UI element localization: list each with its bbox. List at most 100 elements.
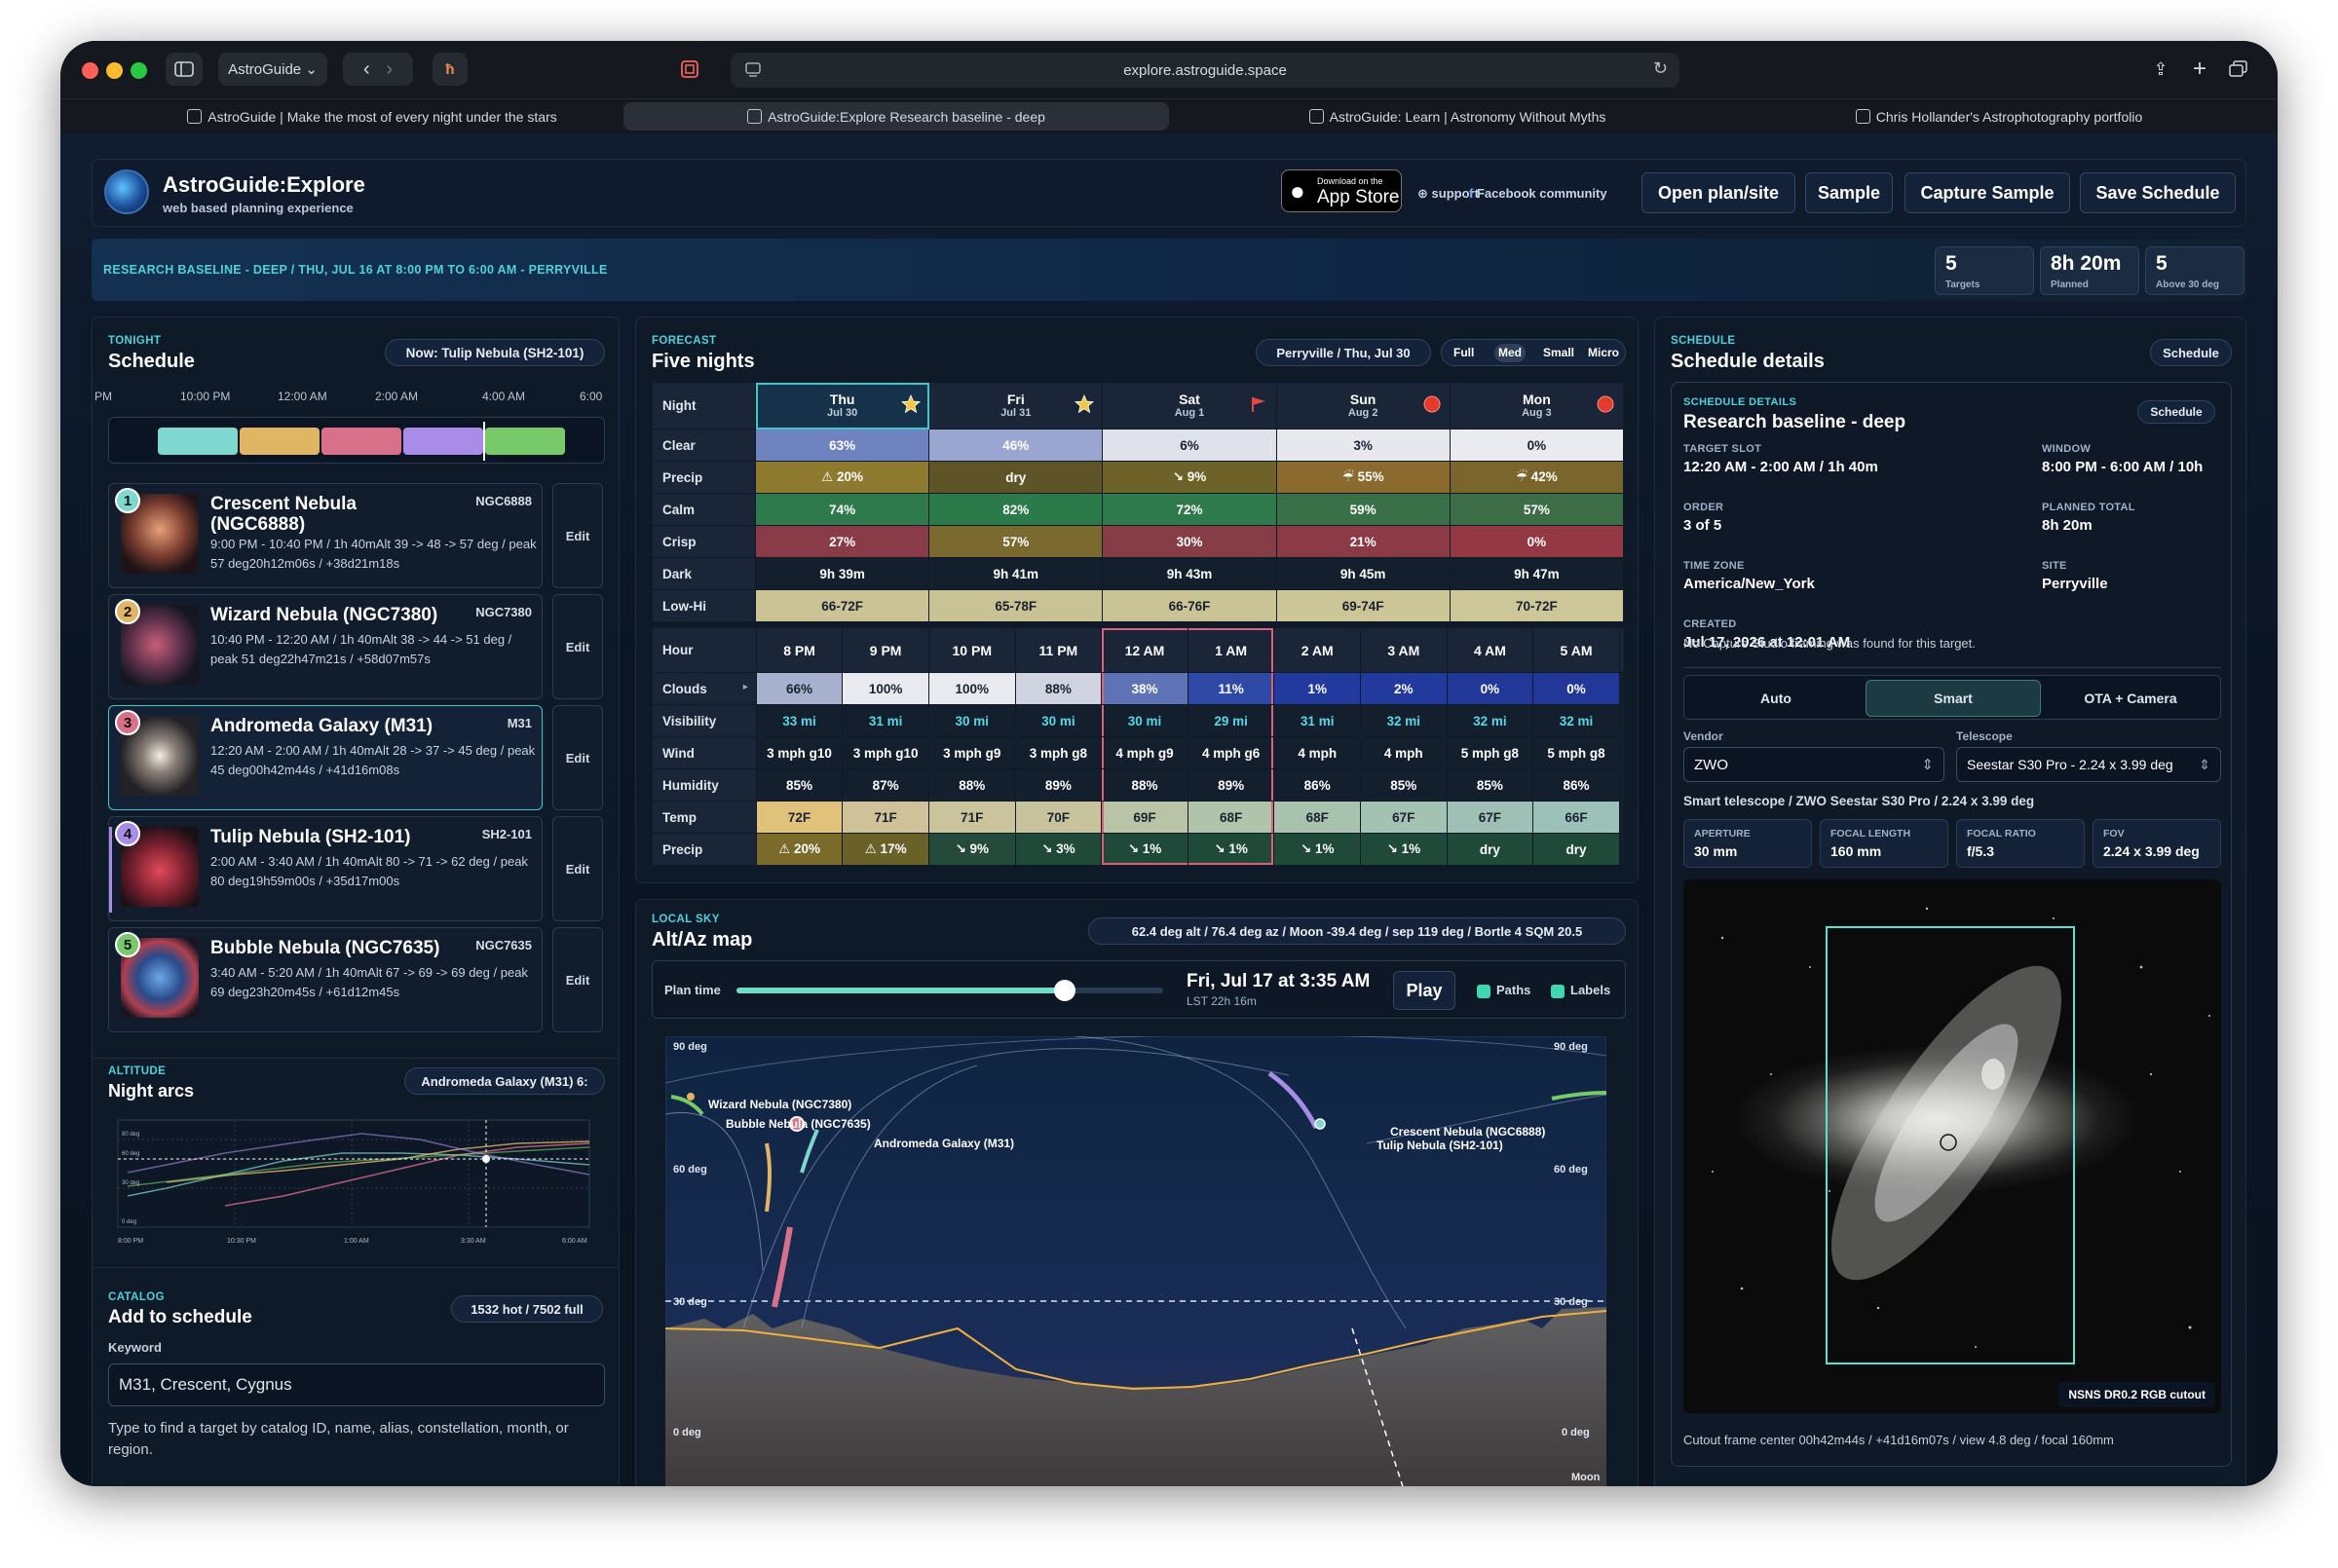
hour-header[interactable]: 1 AM [1187,627,1275,673]
hour-cell[interactable]: 67F [1360,801,1448,834]
timeline-segment[interactable] [321,428,401,455]
hour-cell[interactable]: 89% [1187,768,1275,802]
hour-cell[interactable]: 4 mph g6 [1187,736,1275,769]
edit-button[interactable]: Edit [552,594,603,699]
reload-icon[interactable]: ↻ [1653,58,1668,79]
hour-cell[interactable]: 33 mi [755,704,844,737]
plan-time-slider[interactable] [736,980,1163,1001]
hour-cell[interactable]: 68F [1187,801,1275,834]
night-cell[interactable]: 30% [1102,525,1277,558]
app-store-badge[interactable]: ● Download on the App Store [1281,169,1402,212]
tab-learn[interactable]: AstroGuide: Learn | Astronomy Without My… [1185,102,1730,131]
hour-cell[interactable]: 30 mi [927,704,1016,737]
share-icon[interactable]: ⇪ [2145,53,2176,86]
hour-cell[interactable]: 66% [755,672,844,705]
hour-cell[interactable]: 86% [1273,768,1361,802]
schedule-card[interactable]: 1 Crescent Nebula (NGC6888) NGC6888 9:00 PM… [108,483,543,588]
night-cell[interactable]: 9h 45m [1275,557,1451,590]
timeline-segment[interactable] [485,428,565,455]
hour-cell[interactable]: 67F [1446,801,1534,834]
night-cell[interactable]: 69-74F [1275,589,1451,622]
schedule-button[interactable]: Schedule [2150,339,2232,366]
night-cell[interactable]: 63% [754,429,930,462]
hour-cell[interactable]: 86% [1532,768,1620,802]
now-pill[interactable]: Now: Tulip Nebula (SH2-101) [385,339,605,366]
hour-header[interactable]: 5 AM [1532,627,1620,673]
tab-portfolio[interactable]: Chris Hollander's Astrophotography portf… [1746,102,2252,131]
open-plan-button[interactable]: Open plan/site [1641,172,1795,213]
telescope-select[interactable]: Seestar S30 Pro - 2.24 x 3.99 deg ⇕ [1956,747,2221,782]
hour-cell[interactable]: 1% [1273,672,1361,705]
night-cell[interactable]: 21% [1275,525,1451,558]
night-header[interactable]: Thu Jul 30 [754,382,930,429]
hour-cell[interactable]: 87% [842,768,929,802]
slider-knob[interactable] [1054,980,1076,1001]
edit-button[interactable]: Edit [552,483,603,588]
mode-option-smart[interactable]: Smart [1866,680,2041,717]
caret-right-icon[interactable]: ▸ [743,682,748,692]
night-cell[interactable]: 82% [928,493,1104,526]
new-tab-icon[interactable]: + [2184,53,2215,86]
night-cell[interactable]: 72% [1102,493,1277,526]
timeline-bar[interactable] [108,417,605,464]
app-logo[interactable] [104,169,149,214]
hour-cell[interactable]: 3 mph g9 [927,736,1016,769]
hour-cell[interactable]: 70F [1014,801,1103,834]
night-cell[interactable]: 65-78F [928,589,1104,622]
page-settings-icon[interactable] [744,60,762,82]
hour-cell[interactable]: 4 mph g9 [1101,736,1188,769]
hour-cell[interactable]: 0% [1446,672,1534,705]
hour-cell[interactable]: 66F [1532,801,1620,834]
mode-option-auto[interactable]: Auto [1688,680,1864,717]
timeline-segment[interactable] [403,428,483,455]
close-window-button[interactable] [82,62,98,79]
night-cell[interactable]: ☔ 42% [1449,461,1625,494]
night-arcs-chart[interactable]: 8:00 PM 10:30 PM 1:00 AM 3:30 AM 6:00 AM… [108,1114,605,1251]
hour-cell[interactable]: 68F [1273,801,1361,834]
keyword-input[interactable]: M31, Crescent, Cygnus [108,1363,605,1406]
hour-cell[interactable]: 85% [1446,768,1534,802]
hour-cell[interactable]: 31 mi [842,704,929,737]
hour-cell[interactable]: ⚠ 17% [842,833,929,866]
minimize-window-button[interactable] [106,62,123,79]
hour-cell[interactable]: 72F [755,801,844,834]
night-cell[interactable]: 9h 43m [1102,557,1277,590]
labels-checkbox[interactable]: Labels [1551,983,1610,998]
play-button[interactable]: Play [1393,971,1455,1010]
night-cell[interactable]: 74% [754,493,930,526]
night-header[interactable]: Sun Aug 2 [1275,382,1451,429]
hour-cell[interactable]: 30 mi [1014,704,1103,737]
hour-cell[interactable]: 4 mph [1273,736,1361,769]
night-cell[interactable]: 46% [928,429,1104,462]
forward-arrow-icon[interactable]: › [386,58,393,81]
hour-header[interactable]: 10 PM [927,627,1016,673]
hour-cell[interactable]: ↘ 3% [1014,833,1103,866]
hour-cell[interactable]: 29 mi [1187,704,1275,737]
hour-cell[interactable]: 3 mph g8 [1014,736,1103,769]
edit-button[interactable]: Edit [552,816,603,921]
edit-button[interactable]: Edit [552,927,603,1032]
night-cell[interactable]: 59% [1275,493,1451,526]
night-cell[interactable]: 57% [1449,493,1625,526]
profile-menu-button[interactable]: AstroGuide ⌄ [218,53,327,86]
hour-cell[interactable]: 88% [1014,672,1103,705]
back-arrow-icon[interactable]: ‹ [363,58,370,81]
night-cell[interactable]: dry [928,461,1104,494]
hour-cell[interactable]: 38% [1101,672,1188,705]
hour-cell[interactable]: ↘ 1% [1360,833,1448,866]
night-cell[interactable]: 9h 39m [754,557,930,590]
hour-header[interactable]: 11 PM [1014,627,1103,673]
sample-button[interactable]: Sample [1805,172,1893,213]
hour-cell[interactable]: 88% [1101,768,1188,802]
size-option-small[interactable]: Small [1539,344,1578,362]
hour-cell[interactable]: 3 mph g10 [755,736,844,769]
night-cell[interactable]: 3% [1275,429,1451,462]
night-cell[interactable]: 6% [1102,429,1277,462]
hour-cell[interactable]: 5 mph g8 [1446,736,1534,769]
size-option-med[interactable]: Med [1494,344,1526,362]
hour-cell[interactable]: 69F [1101,801,1188,834]
altaz-map[interactable]: 90 deg 90 deg 60 deg 60 deg 30 deg 30 de… [665,1036,1606,1486]
night-cell[interactable]: 66-76F [1102,589,1277,622]
hour-cell[interactable]: 4 mph [1360,736,1448,769]
hour-cell[interactable]: 3 mph g10 [842,736,929,769]
